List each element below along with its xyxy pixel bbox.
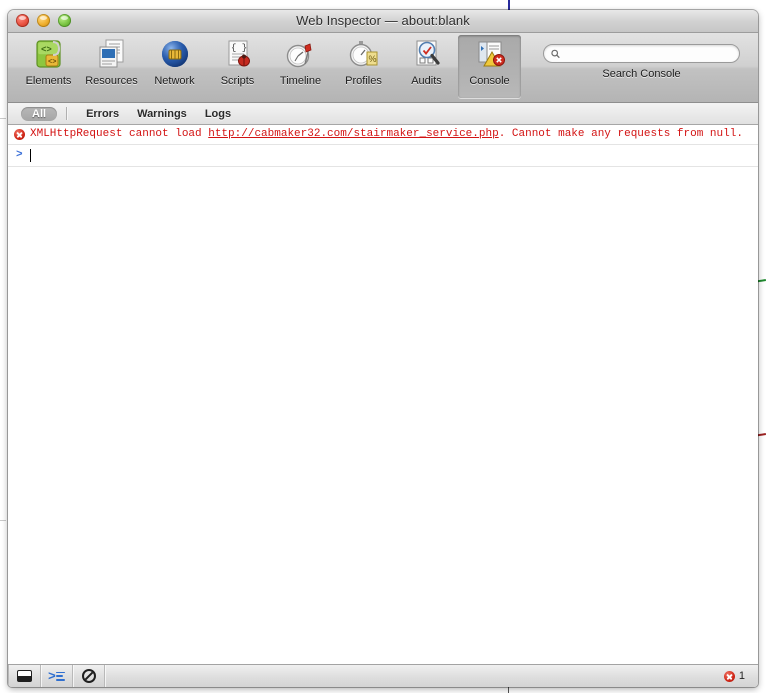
window-titlebar[interactable]: Web Inspector — about:blank xyxy=(8,10,758,33)
error-icon xyxy=(14,129,25,140)
network-icon xyxy=(157,38,193,72)
error-icon xyxy=(723,670,735,682)
error-count-badge[interactable]: 1 xyxy=(723,665,758,687)
panel-label-elements: Elements xyxy=(25,75,72,87)
panel-button-group: <> <> Elements Resources Network {} Scr… xyxy=(8,33,521,102)
search-console-field[interactable] xyxy=(543,44,740,63)
scripts-icon: { } xyxy=(220,38,256,72)
background-blue-line xyxy=(508,0,510,10)
search-icon xyxy=(551,49,560,58)
search-area: Search Console xyxy=(543,33,758,80)
filter-all[interactable]: All xyxy=(21,106,58,121)
panel-label-audits: Audits xyxy=(411,75,442,87)
panel-button-timeline[interactable]: Timeline xyxy=(269,35,332,98)
message-text-after: . Cannot make any requests from null. xyxy=(498,128,743,140)
screen: Web Inspector — about:blank <> <> Elemen… xyxy=(0,0,766,693)
svg-text:%: % xyxy=(368,54,376,64)
status-spacer xyxy=(105,665,724,687)
background-tick-lower xyxy=(0,520,6,521)
background-tick-upper xyxy=(0,118,6,119)
panel-label-network: Network xyxy=(154,75,195,87)
resources-icon xyxy=(94,38,130,72)
console-filter-bar: All Errors Warnings Logs xyxy=(8,103,758,125)
panel-label-timeline: Timeline xyxy=(279,75,322,87)
panel-label-resources: Resources xyxy=(85,75,138,87)
panel-button-elements[interactable]: <> <> Elements xyxy=(17,35,80,98)
profiles-icon: % xyxy=(346,38,382,72)
background-bottom-mark xyxy=(508,686,509,693)
console-prompt-icon: > xyxy=(48,670,65,683)
console-icon xyxy=(472,38,508,72)
filter-errors[interactable]: Errors xyxy=(77,107,128,121)
web-inspector-window: Web Inspector — about:blank <> <> Elemen… xyxy=(8,10,758,687)
audits-icon xyxy=(409,38,445,72)
console-output[interactable]: XMLHttpRequest cannot load http://cabmak… xyxy=(8,125,758,664)
console-status-bar: > 1 xyxy=(8,664,758,687)
error-count-value: 1 xyxy=(738,670,745,682)
message-text-before: XMLHttpRequest cannot load xyxy=(30,128,209,140)
inspector-toolbar: <> <> Elements Resources Network {} Scr… xyxy=(8,33,758,103)
panel-button-network[interactable]: Network xyxy=(143,35,206,98)
console-message-text: XMLHttpRequest cannot load http://cabmak… xyxy=(30,128,752,141)
timeline-icon xyxy=(283,38,319,72)
panel-label-profiles: Profiles xyxy=(345,75,382,87)
console-prompt-row[interactable]: > xyxy=(8,145,758,167)
prompt-chevron-icon: > xyxy=(16,149,23,161)
panel-button-console[interactable]: Console xyxy=(458,35,521,98)
window-title: Web Inspector — about:blank xyxy=(296,13,470,28)
dock-to-bottom-icon xyxy=(17,670,32,682)
panel-button-resources[interactable]: Resources xyxy=(80,35,143,98)
panel-button-profiles[interactable]: % Profiles xyxy=(332,35,395,98)
show-console-button[interactable]: > xyxy=(41,665,73,687)
filter-separator xyxy=(66,107,69,120)
svg-text:<>: <> xyxy=(48,59,56,67)
filter-logs[interactable]: Logs xyxy=(196,107,240,121)
elements-icon: <> <> xyxy=(31,38,67,72)
svg-text:{ }: { } xyxy=(231,43,247,53)
panel-button-audits[interactable]: Audits xyxy=(395,35,458,98)
panel-label-console: Console xyxy=(469,75,510,87)
panel-button-scripts[interactable]: { } Scripts xyxy=(206,35,269,98)
clear-circle-slash-icon xyxy=(81,669,96,683)
svg-text:<>: <> xyxy=(41,45,52,55)
search-caption: Search Console xyxy=(602,68,681,80)
message-link[interactable]: http://cabmaker32.com/stairmaker_service… xyxy=(208,128,498,140)
search-input[interactable] xyxy=(564,47,732,60)
clear-console-button[interactable] xyxy=(73,665,105,687)
filter-warnings[interactable]: Warnings xyxy=(128,107,196,121)
console-message-error[interactable]: XMLHttpRequest cannot load http://cabmak… xyxy=(8,125,758,145)
dock-to-bottom-button[interactable] xyxy=(8,665,41,687)
text-caret xyxy=(29,148,31,162)
panel-label-scripts: Scripts xyxy=(220,75,255,87)
